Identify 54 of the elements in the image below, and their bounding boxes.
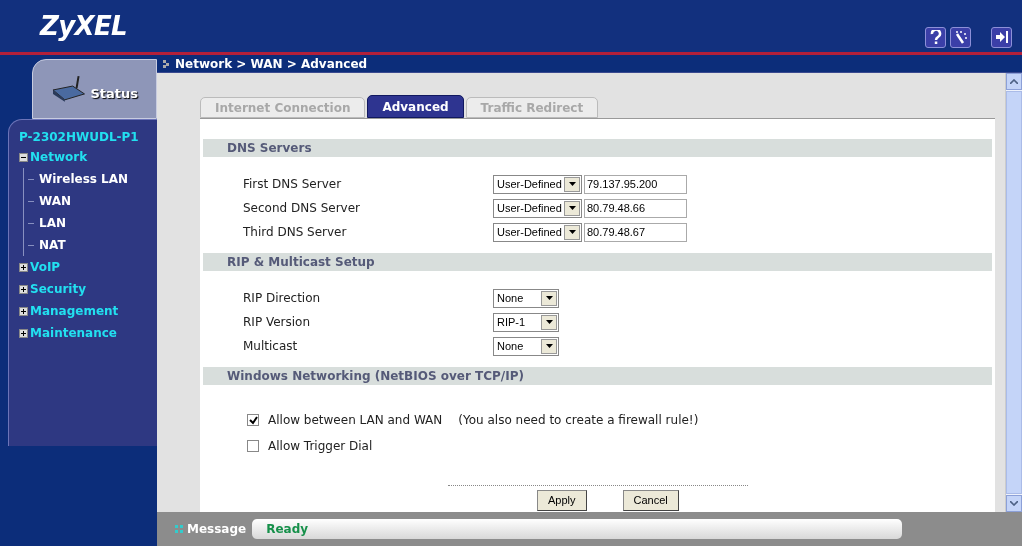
status-tab-label: Status <box>90 85 138 104</box>
checkbox-label: Allow between LAN and WAN <box>268 412 443 429</box>
text-field[interactable]: 79.137.95.200 <box>584 174 687 194</box>
menu-item[interactable]: Maintenance <box>30 324 117 342</box>
checkbox-label: Allow Trigger Dial <box>268 438 373 455</box>
submenu-item[interactable]: Wireless LAN <box>39 170 129 188</box>
submenu-item[interactable]: LAN <box>39 214 66 232</box>
field-label: Third DNS Server <box>243 224 348 241</box>
dropdown[interactable]: User-Defined <box>493 222 582 242</box>
tab[interactable]: Advanced <box>367 95 464 118</box>
dropdown[interactable]: User-Defined <box>493 174 582 194</box>
logout-icon[interactable] <box>991 26 1012 48</box>
field-label: Second DNS Server <box>243 200 361 217</box>
submenu-item[interactable]: NAT <box>39 236 66 254</box>
field-label: RIP Version <box>243 314 312 331</box>
dropdown[interactable]: User-Defined <box>493 198 582 218</box>
router-icon <box>51 74 87 104</box>
submenu-item[interactable]: WAN <box>39 192 72 210</box>
section-header: RIP & Multicast Setup <box>203 253 992 271</box>
action-button[interactable]: Cancel <box>622 490 679 511</box>
checkbox[interactable] <box>247 440 259 452</box>
expand-icon[interactable] <box>19 306 28 316</box>
note-text: (You also need to create a firewall rule!) <box>458 412 699 429</box>
expand-icon[interactable] <box>19 328 28 338</box>
help-icon[interactable] <box>925 26 946 48</box>
collapse-icon[interactable] <box>19 152 28 162</box>
menu-item[interactable]: Network <box>30 148 88 166</box>
field-label: First DNS Server <box>243 176 343 193</box>
section-header: DNS Servers <box>203 139 992 157</box>
expand-icon[interactable] <box>19 284 28 294</box>
dropdown[interactable]: None <box>493 288 559 308</box>
dropdown[interactable]: None <box>493 336 559 356</box>
field-label: RIP Direction <box>243 290 322 307</box>
menu-item[interactable]: Management <box>30 302 119 320</box>
message-label: Message <box>187 521 247 538</box>
text-field[interactable]: 80.79.48.67 <box>584 222 687 242</box>
checkbox[interactable] <box>247 414 259 426</box>
wand-icon[interactable] <box>950 26 971 48</box>
dropdown[interactable]: RIP-1 <box>493 312 559 332</box>
device-name: P-2302HWUDL-P1 <box>19 129 140 146</box>
field-label: Multicast <box>243 338 299 355</box>
menu-item[interactable]: Security <box>30 280 87 298</box>
scroll-down-icon[interactable] <box>1006 495 1022 512</box>
dots-icon <box>175 525 183 533</box>
section-header: Windows Networking (NetBIOS over TCP/IP) <box>203 367 992 385</box>
breadcrumb: Network > WAN > Advanced <box>175 55 368 73</box>
logo: ZyXEL <box>40 9 127 43</box>
action-button[interactable]: Apply <box>537 490 587 511</box>
expand-icon[interactable] <box>19 262 28 272</box>
scroll-up-icon[interactable] <box>1006 73 1022 90</box>
menu-item[interactable]: VoIP <box>30 258 61 276</box>
text-field[interactable]: 80.79.48.66 <box>584 198 687 218</box>
message-field: Ready <box>252 519 903 539</box>
bullet-icon <box>163 59 169 68</box>
